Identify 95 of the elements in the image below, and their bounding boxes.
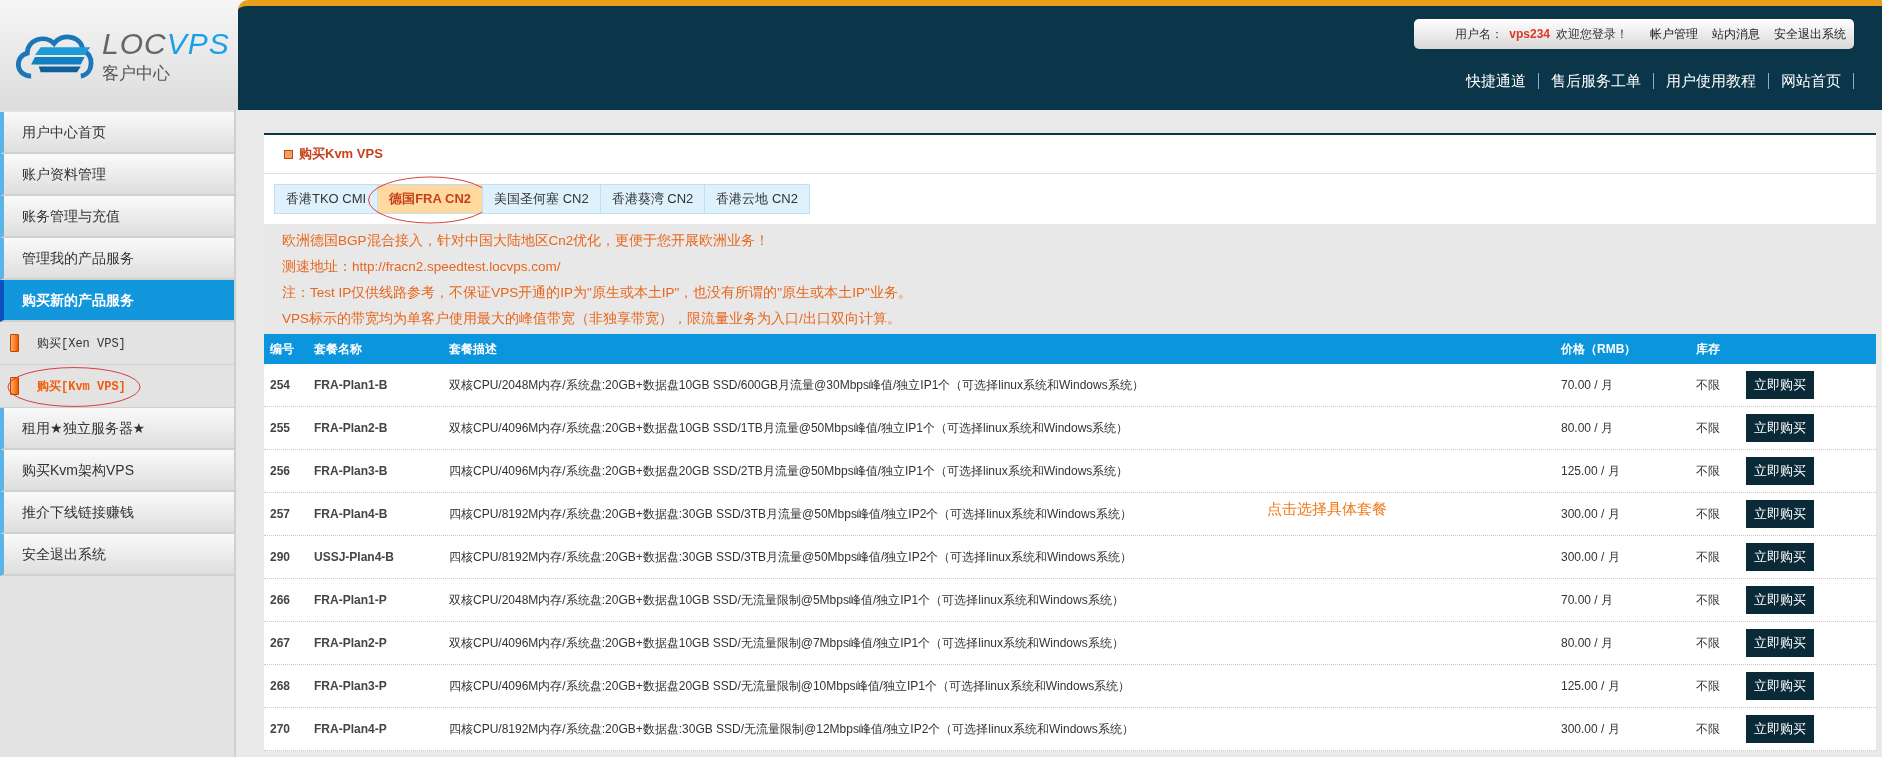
table-cell: 四核CPU/4096M内存/系统盘:20GB+数据盘20GB SSD/无流量限制@10Mbps峰值/独立IP1个（可选择linux系统和Windows系统） — [449, 677, 1131, 695]
table-cell: 300.00 / 月 — [1561, 720, 1620, 738]
table-cell: 不限 — [1696, 462, 1720, 480]
region-tab[interactable]: 香港TKO CMI — [274, 184, 378, 214]
table-cell-text: 270 — [269, 722, 291, 736]
sidebar-item[interactable]: 用户中心首页 — [0, 112, 234, 154]
table-cell: FRA-Plan1-B — [314, 378, 388, 392]
buy-button[interactable]: 立即购买 — [1746, 672, 1814, 700]
notice-text: 测速地址：http://fracn2.speedtest.locvps.com/ — [282, 258, 562, 276]
column-header: 价格（RMB） — [1561, 340, 1638, 358]
buy-button[interactable]: 立即购买 — [1746, 715, 1814, 743]
region-tab[interactable]: 美国圣何塞 CN2 — [482, 184, 600, 214]
nav-link[interactable]: 售后服务工单 — [1539, 73, 1654, 89]
title-square-icon — [284, 149, 293, 159]
battery-icon — [10, 334, 19, 352]
sidebar-item[interactable]: 安全退出系统 — [0, 534, 234, 576]
table-cell: 不限 — [1696, 720, 1720, 738]
table-cell: 不限 — [1696, 591, 1720, 609]
sidebar-item[interactable]: 账户资料管理 — [0, 154, 234, 196]
table-cell: 80.00 / 月 — [1561, 419, 1614, 437]
logo-subtitle: 客户中心 — [102, 62, 171, 85]
table-cell: 双核CPU/2048M内存/系统盘:20GB+数据盘10GB SSD/600GB月流量@30Mbps峰值/独立IP1个（可选择linux系统和Windows系统） — [449, 376, 1144, 394]
buy-button[interactable]: 立即购买 — [1746, 414, 1814, 442]
panel-title: 购买Kvm VPS — [299, 145, 383, 163]
sidebar-subitem[interactable]: 购买[Xen VPS] — [37, 334, 126, 352]
column-header: 套餐名称 — [314, 340, 363, 358]
notice-text: 欧洲德国BGP混合接入，针对中国大陆地区Cn2优化，更便于您开展欧洲业务！ — [282, 232, 771, 250]
nav-link[interactable]: 网站首页 — [1769, 73, 1854, 89]
table-cell: 四核CPU/8192M内存/系统盘:20GB+数据盘:30GB SSD/无流量限制@12Mbps峰值/独立IP2个（可选择linux系统和Windows系统） — [449, 720, 1134, 738]
brand-name: LOC — [102, 26, 167, 60]
notice-text: 注：Test IP仅供线路参考，不保证VPS开通的IP为"原生或本土IP"，也没有所谓的"原生或本土IP"业务。 — [282, 284, 913, 302]
region-tab[interactable]: 香港葵湾 CN2 — [599, 184, 705, 214]
column-header: 编号 — [269, 340, 295, 358]
sidebar-item[interactable]: 账务管理与充值 — [0, 196, 234, 238]
column-header: 库存 — [1696, 340, 1721, 358]
table-cell: 70.00 / 月 — [1561, 376, 1614, 394]
sidebar-item[interactable]: 购买Kvm架构VPS — [0, 450, 234, 492]
table-cell-text: 290 — [269, 550, 291, 564]
table-cell: 80.00 / 月 — [1561, 634, 1614, 652]
nav-link[interactable]: 用户使用教程 — [1654, 73, 1769, 89]
table-cell: 125.00 / 月 — [1561, 462, 1620, 480]
table-cell-text: 268 — [269, 679, 291, 693]
sidebar-item[interactable]: 推介下线链接赚钱 — [0, 492, 234, 534]
table-cell: FRA-Plan4-P — [314, 722, 387, 736]
buy-button[interactable]: 立即购买 — [1746, 371, 1814, 399]
table-cell-text: 266 — [269, 593, 291, 607]
battery-icon — [10, 377, 19, 395]
username-label: 用户名： — [1455, 25, 1504, 43]
account-link[interactable]: 帐户管理 — [1650, 25, 1698, 43]
table-cell: 不限 — [1696, 634, 1720, 652]
table-cell: 双核CPU/4096M内存/系统盘:20GB+数据盘10GB SSD/1TB月流量@50Mbps峰值/独立IP1个（可选择linux系统和Windows系统） — [449, 419, 1129, 437]
table-cell-text: 255 — [269, 421, 291, 435]
table-cell: FRA-Plan1-P — [314, 593, 387, 607]
table-cell: 四核CPU/4096M内存/系统盘:20GB+数据盘20GB SSD/2TB月流量@50Mbps峰值/独立IP1个（可选择linux系统和Windows系统） — [449, 462, 1129, 480]
buy-button[interactable]: 立即购买 — [1746, 543, 1814, 571]
nav-link[interactable]: 快捷通道 — [1454, 73, 1539, 89]
table-cell: USSJ-Plan4-B — [314, 550, 395, 564]
account-link[interactable]: 站内消息 — [1712, 25, 1760, 43]
table-cell: FRA-Plan3-B — [314, 464, 388, 478]
table-cell-text: 267 — [269, 636, 291, 650]
notice-text: VPS标示的带宽均为单客户使用最大的峰值带宽（非独享带宽），限流量业务为入口/出口双向计算。 — [282, 310, 902, 328]
table-cell: 125.00 / 月 — [1561, 677, 1620, 695]
region-tab[interactable]: 德国FRA CN2 — [377, 184, 483, 214]
table-cell: 不限 — [1696, 376, 1720, 394]
table-cell: 不限 — [1696, 505, 1720, 523]
table-cell-text: 257 — [269, 507, 291, 521]
welcome-text: 欢迎您登录！ — [1556, 25, 1628, 43]
buy-button[interactable]: 立即购买 — [1746, 500, 1814, 528]
brand-name: VPS — [166, 26, 230, 60]
table-cell: FRA-Plan2-P — [314, 636, 387, 650]
table-cell: 300.00 / 月 — [1561, 548, 1620, 566]
table-cell-text: 256 — [269, 464, 291, 478]
table-cell: 300.00 / 月 — [1561, 505, 1620, 523]
table-cell: 双核CPU/2048M内存/系统盘:20GB+数据盘10GB SSD/无流量限制@5Mbps峰值/独立IP1个（可选择linux系统和Windows系统） — [449, 591, 1124, 609]
annotation-text: 点击选择具体套餐 — [1267, 500, 1387, 519]
table-cell: FRA-Plan3-P — [314, 679, 387, 693]
sidebar-item[interactable]: 租用★独立服务器★ — [0, 408, 234, 450]
table-cell: 双核CPU/4096M内存/系统盘:20GB+数据盘10GB SSD/无流量限制@7Mbps峰值/独立IP1个（可选择linux系统和Windows系统） — [449, 634, 1124, 652]
buy-button[interactable]: 立即购买 — [1746, 629, 1814, 657]
table-cell: 四核CPU/8192M内存/系统盘:20GB+数据盘:30GB SSD/3TB月流量@50Mbps峰值/独立IP2个（可选择linux系统和Windows系统） — [449, 505, 1132, 523]
table-cell: 不限 — [1696, 419, 1720, 437]
buy-button[interactable]: 立即购买 — [1746, 586, 1814, 614]
table-cell: 不限 — [1696, 548, 1720, 566]
table-cell-text: 254 — [269, 378, 291, 392]
table-cell: 四核CPU/8192M内存/系统盘:20GB+数据盘:30GB SSD/3TB月流量@50Mbps峰值/独立IP2个（可选择linux系统和Windows系统） — [449, 548, 1132, 566]
account-link[interactable]: 安全退出系统 — [1774, 25, 1846, 43]
table-cell: 70.00 / 月 — [1561, 591, 1614, 609]
sidebar-item[interactable]: 管理我的产品服务 — [0, 238, 234, 280]
table-cell: FRA-Plan2-B — [314, 421, 388, 435]
column-header: 套餐描述 — [449, 340, 498, 358]
buy-button[interactable]: 立即购买 — [1746, 457, 1814, 485]
table-cell: 不限 — [1696, 677, 1720, 695]
table-cell: FRA-Plan4-B — [314, 507, 388, 521]
region-tab[interactable]: 香港云地 CN2 — [704, 184, 810, 214]
username: vps234 — [1509, 27, 1550, 41]
